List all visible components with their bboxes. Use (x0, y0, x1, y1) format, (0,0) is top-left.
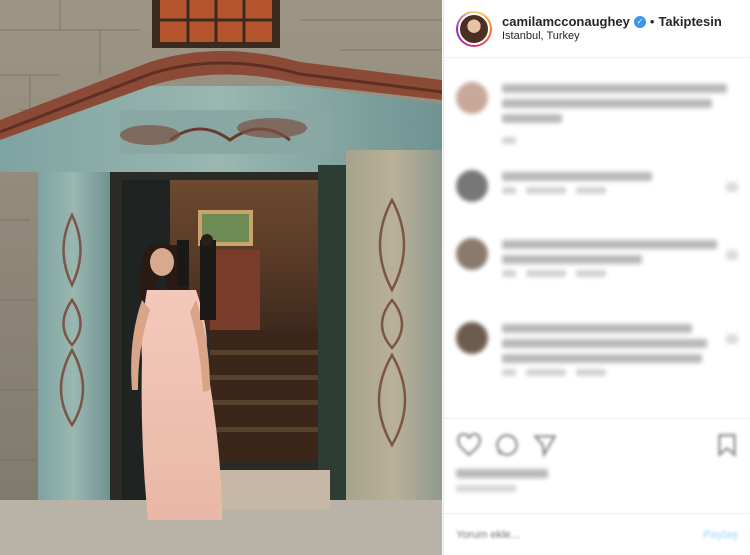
verified-badge-icon: ✓ (633, 15, 646, 28)
comments-list[interactable] (444, 60, 750, 415)
commenter-avatar[interactable] (456, 82, 488, 114)
post-comment-button[interactable]: Paylaş (703, 529, 738, 541)
post-header: camilamcconaughey ✓ • Takiptesin Istanbu… (444, 0, 750, 58)
post-actions (444, 418, 750, 513)
heart-icon[interactable] (456, 432, 482, 458)
commenter-avatar[interactable] (456, 238, 488, 270)
author-avatar[interactable] (456, 10, 492, 47)
post-date (456, 485, 516, 492)
comment-icon[interactable] (494, 432, 520, 458)
commenter-avatar[interactable] (456, 170, 488, 202)
add-comment-bar: Paylaş (444, 513, 750, 555)
commenter-avatar[interactable] (456, 322, 488, 354)
comment-like-icon[interactable] (726, 250, 738, 260)
author-info: camilamcconaughey ✓ • Takiptesin Istanbu… (502, 14, 722, 44)
post-location[interactable]: Istanbul, Turkey (502, 30, 722, 44)
post-side-panel: camilamcconaughey ✓ • Takiptesin Istanbu… (443, 0, 750, 555)
bookmark-icon[interactable] (714, 432, 740, 458)
post-photo[interactable] (0, 0, 442, 555)
comment-input[interactable] (456, 528, 704, 541)
comment-like-icon[interactable] (726, 182, 738, 192)
author-username[interactable]: camilamcconaughey (502, 14, 630, 30)
comment-like-icon[interactable] (726, 334, 738, 344)
follow-status-button[interactable]: Takiptesin (658, 14, 721, 30)
share-icon[interactable] (532, 432, 558, 458)
separator-dot: • (649, 13, 655, 29)
likes-count[interactable] (456, 469, 548, 478)
